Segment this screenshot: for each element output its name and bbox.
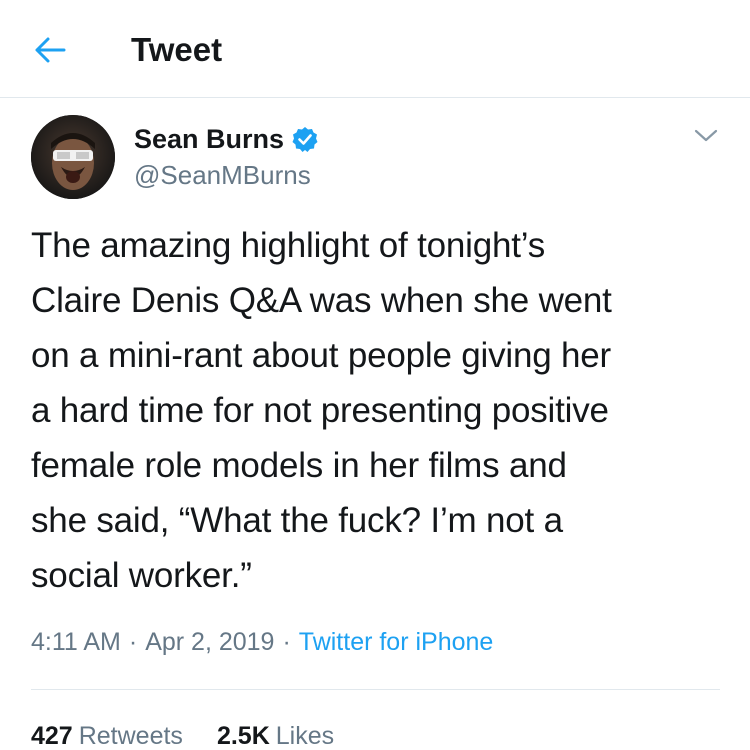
likes-count: 2.5K xyxy=(216,722,270,750)
author-handle[interactable]: @SeanMBurns xyxy=(134,158,311,192)
tweet-text-line: Claire Denis Q&A was when she went xyxy=(31,281,612,320)
retweets-count: 427 xyxy=(31,722,73,750)
tweet-text-line: The amazing highlight of tonight’s xyxy=(31,226,545,265)
back-button[interactable] xyxy=(28,28,72,72)
header-bar: Tweet xyxy=(0,0,750,98)
tweet-text-line: she said, “What the fuck? I’m not a xyxy=(31,501,563,540)
tweet-text: The amazing highlight of tonight’s Clair… xyxy=(31,218,731,603)
chevron-down-icon xyxy=(694,129,718,142)
meta-separator: · xyxy=(282,628,291,656)
verified-badge-icon xyxy=(292,126,318,152)
tweet-meta: 4:11 AM · Apr 2, 2019 · Twitter for iPhone xyxy=(31,624,493,660)
divider xyxy=(31,689,720,690)
tweet-text-line: female role models in her films and xyxy=(31,446,567,485)
likes-stat[interactable]: 2.5K Likes xyxy=(217,718,334,750)
retweets-label: Retweets xyxy=(78,722,183,750)
author-display-name[interactable]: Sean Burns xyxy=(134,121,284,157)
tweet-text-line: social worker.” xyxy=(31,556,252,595)
likes-label: Likes xyxy=(275,722,335,750)
avatar[interactable] xyxy=(31,115,115,199)
author-name-row[interactable]: Sean Burns xyxy=(134,120,318,158)
tweet-text-line: a hard time for not presenting positive xyxy=(31,391,609,430)
tweet-date[interactable]: Apr 2, 2019 xyxy=(145,628,274,656)
more-options-button[interactable] xyxy=(688,118,724,154)
arrow-left-icon xyxy=(35,37,66,63)
tweet-text-line: on a mini-rant about people giving her xyxy=(31,336,612,375)
retweets-stat[interactable]: 427 Retweets xyxy=(31,718,183,750)
profile-photo xyxy=(31,115,115,199)
tweet-stats: 427 Retweets 2.5K Likes xyxy=(31,718,334,750)
meta-separator: · xyxy=(128,628,138,656)
tweet-time[interactable]: 4:11 AM xyxy=(31,628,121,656)
page-title: Tweet xyxy=(131,31,223,68)
tweet-source-link[interactable]: Twitter for iPhone xyxy=(299,628,494,656)
